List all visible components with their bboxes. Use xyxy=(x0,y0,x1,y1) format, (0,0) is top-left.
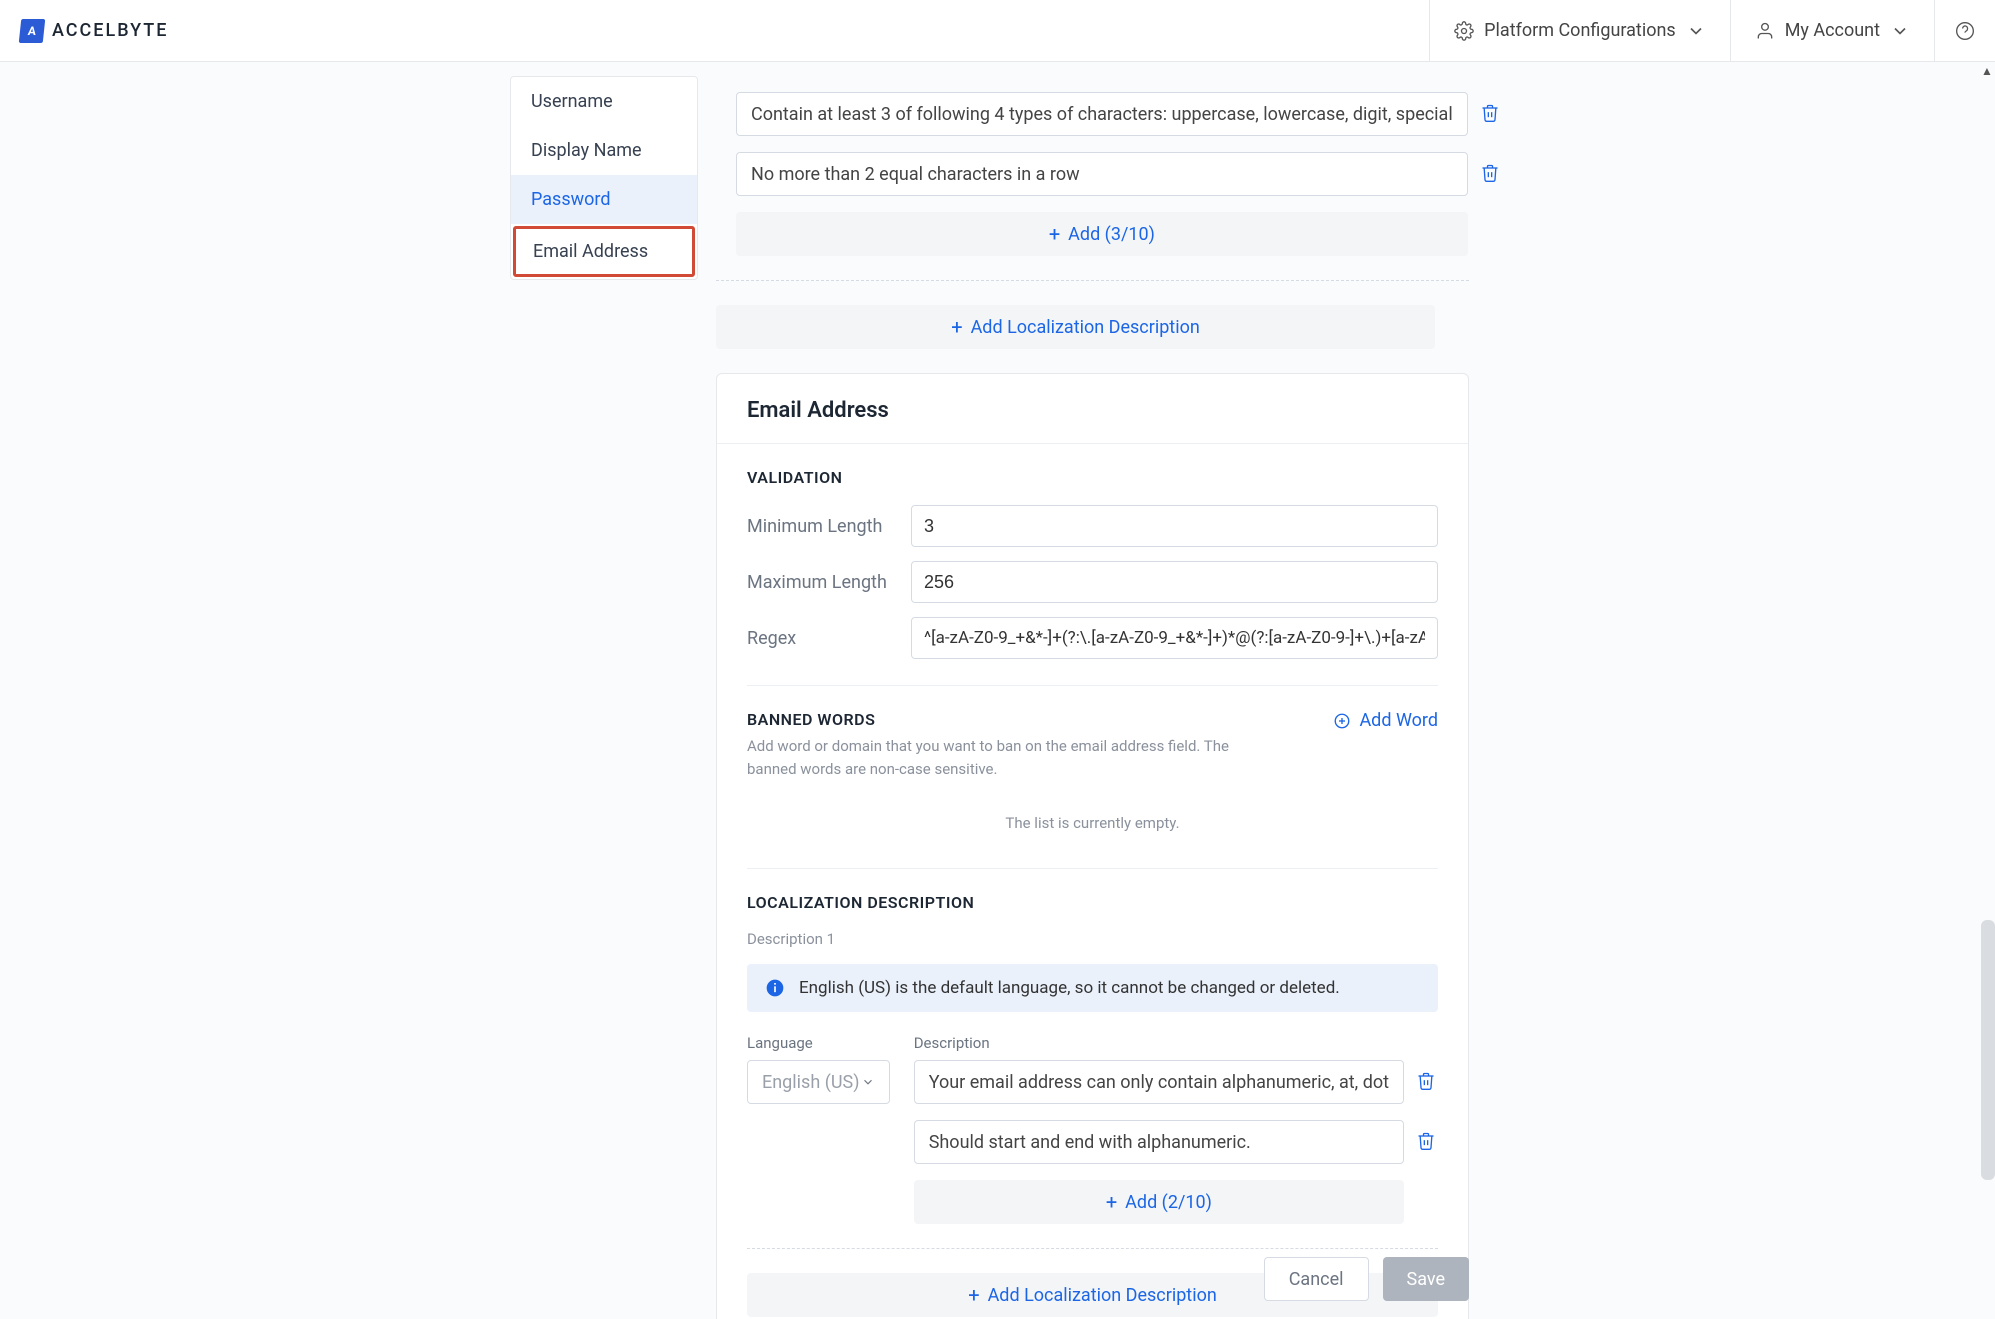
add-email-description-button[interactable]: + Add (2/10) xyxy=(914,1180,1404,1224)
delete-description-button[interactable] xyxy=(1480,103,1502,125)
default-language-info-banner: English (US) is the default language, so… xyxy=(747,964,1438,1012)
description-index-label: Description 1 xyxy=(747,930,1438,948)
user-icon xyxy=(1755,21,1775,41)
email-description-input-2[interactable]: Should start and end with alphanumeric. xyxy=(914,1120,1404,1164)
cancel-button[interactable]: Cancel xyxy=(1264,1257,1369,1301)
minimum-length-input[interactable] xyxy=(911,505,1438,547)
app-header: A ACCELBYTE Platform Configurations My A… xyxy=(0,0,1995,62)
sidebar-item-display-name[interactable]: Display Name xyxy=(511,126,697,175)
description-label: Description xyxy=(914,1034,1438,1052)
maximum-length-input[interactable] xyxy=(911,561,1438,603)
save-button[interactable]: Save xyxy=(1383,1257,1470,1301)
delete-description-button[interactable] xyxy=(1416,1071,1438,1093)
add-localization-description-label: Add Localization Description xyxy=(971,317,1200,338)
field-nav: Username Display Name Password Email Add… xyxy=(510,76,698,280)
chevron-down-icon xyxy=(1890,21,1910,41)
sidebar-item-password[interactable]: Password xyxy=(511,175,697,224)
banned-words-empty-message: The list is currently empty. xyxy=(747,780,1438,842)
add-password-description-button[interactable]: + Add (3/10) xyxy=(736,212,1468,256)
trash-icon xyxy=(1416,1071,1436,1091)
platform-configurations-label: Platform Configurations xyxy=(1484,20,1676,41)
plus-icon: + xyxy=(951,317,962,337)
localization-heading: LOCALIZATION DESCRIPTION xyxy=(747,893,1438,912)
scroll-up-icon[interactable]: ▲ xyxy=(1981,64,1993,76)
add-email-description-label: Add (2/10) xyxy=(1125,1192,1212,1213)
language-label: Language xyxy=(747,1034,890,1052)
chevron-down-icon xyxy=(861,1075,875,1089)
chevron-down-icon xyxy=(1686,21,1706,41)
help-icon xyxy=(1955,21,1975,41)
plus-icon: + xyxy=(1049,224,1060,244)
info-icon xyxy=(765,978,785,998)
trash-icon xyxy=(1480,103,1500,123)
trash-icon xyxy=(1480,163,1500,183)
add-word-button[interactable]: Add Word xyxy=(1333,710,1438,731)
language-select-value: English (US) xyxy=(762,1072,860,1093)
minimum-length-label: Minimum Length xyxy=(747,516,911,537)
regex-input[interactable] xyxy=(911,617,1438,659)
plus-circle-icon xyxy=(1333,712,1351,730)
email-address-title: Email Address xyxy=(717,374,1468,444)
my-account-menu[interactable]: My Account xyxy=(1730,0,1934,61)
brand-logo-icon: A xyxy=(19,19,46,43)
sidebar-item-email-address[interactable]: Email Address xyxy=(513,226,695,277)
delete-description-button[interactable] xyxy=(1416,1131,1438,1153)
validation-heading: VALIDATION xyxy=(747,468,1438,487)
banned-words-heading: BANNED WORDS xyxy=(747,710,1267,729)
email-description-input-1[interactable]: Your email address can only contain alph… xyxy=(914,1060,1404,1104)
gear-icon xyxy=(1454,21,1474,41)
my-account-label: My Account xyxy=(1785,20,1880,41)
email-address-card: Email Address VALIDATION Minimum Length … xyxy=(716,373,1469,1319)
form-footer: Cancel Save xyxy=(716,1257,1469,1301)
delete-description-button[interactable] xyxy=(1480,163,1502,185)
banned-words-subtext: Add word or domain that you want to ban … xyxy=(747,735,1267,780)
sidebar-item-username[interactable]: Username xyxy=(511,77,697,126)
add-password-description-label: Add (3/10) xyxy=(1068,224,1155,245)
brand: A ACCELBYTE xyxy=(20,19,168,43)
help-button[interactable] xyxy=(1934,0,1995,61)
scrollbar-thumb[interactable] xyxy=(1981,920,1995,1180)
plus-icon: + xyxy=(1106,1192,1117,1212)
brand-name: ACCELBYTE xyxy=(52,20,168,41)
trash-icon xyxy=(1416,1131,1436,1151)
password-description-input-2[interactable]: No more than 2 equal characters in a row xyxy=(736,152,1468,196)
password-description-input-1[interactable]: Contain at least 3 of following 4 types … xyxy=(736,92,1468,136)
maximum-length-label: Maximum Length xyxy=(747,572,911,593)
add-word-label: Add Word xyxy=(1359,710,1438,731)
regex-label: Regex xyxy=(747,628,911,649)
info-banner-text: English (US) is the default language, so… xyxy=(799,978,1340,998)
language-select[interactable]: English (US) xyxy=(747,1060,890,1104)
add-localization-description-button[interactable]: + Add Localization Description xyxy=(716,305,1435,349)
platform-configurations-menu[interactable]: Platform Configurations xyxy=(1429,0,1730,61)
